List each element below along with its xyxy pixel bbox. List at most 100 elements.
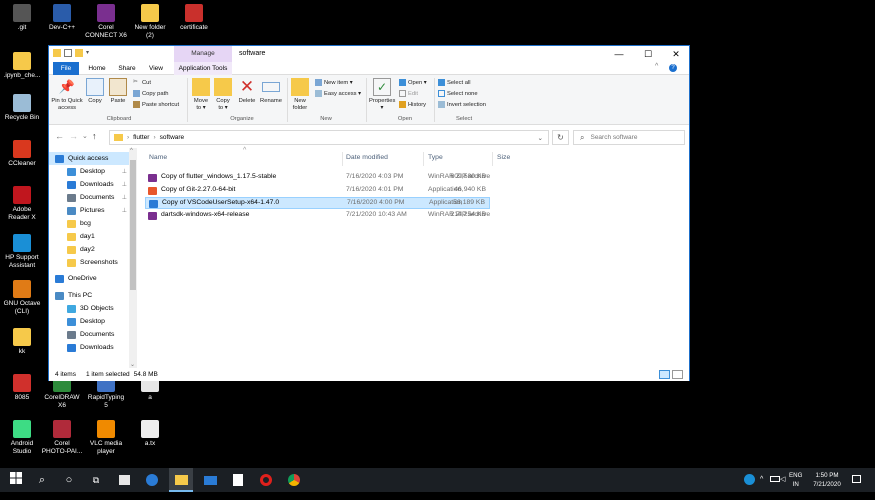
edit-button[interactable]: Edit [399,90,418,97]
open-button[interactable]: Open ▾ [399,79,427,86]
column-header-date-modified[interactable]: Date modified [346,154,388,161]
up-button[interactable]: ↑ [92,131,97,141]
address-bar[interactable]: › flutter › software ⌄ [109,130,549,145]
clock[interactable]: 1:50 PM 7/21/2020 [808,471,846,495]
desktop-icon[interactable]: certificate [172,4,216,32]
column-header-name[interactable]: Name [149,154,167,161]
desktop-icon[interactable]: Recycle Bin [0,94,44,122]
desktop-icon[interactable]: Android Studio [0,420,44,456]
nav-item[interactable]: bcg [49,217,129,230]
large-icons-view-button[interactable] [672,370,683,379]
back-button[interactable]: ← [55,131,64,141]
desktop-icon[interactable]: Adobe Reader X [0,186,44,222]
manage-contextual-tab[interactable]: Manage [174,46,232,62]
language-indicator[interactable]: ENG IN [789,471,802,495]
nav-item[interactable]: Desktop ⊥ [49,165,129,178]
column-divider[interactable] [342,152,343,166]
desktop-icon[interactable]: .git [0,4,44,32]
properties-button[interactable]: ✓ Properties ▾ [369,78,395,112]
file-row[interactable]: Copy of flutter_windows_1.17.5-stable 7/1… [145,172,490,184]
nav-item[interactable]: Downloads ⊥ [49,178,129,191]
scroll-up-icon[interactable]: ^ [130,148,133,154]
pin-quick-access-button[interactable]: 📌 Pin to Quick access [51,78,83,112]
tab-application-tools[interactable]: Application Tools [174,62,232,75]
nav-item[interactable]: Documents [49,328,129,341]
mail-icon[interactable] [202,472,218,488]
rename-button[interactable]: Rename [259,78,283,105]
breadcrumb-software[interactable]: software [160,134,185,141]
copy-button[interactable]: Copy [85,78,105,105]
move-to-button[interactable]: Move to ▾ [191,78,211,112]
nav-item[interactable]: Downloads [49,341,129,354]
address-dropdown-button[interactable]: ⌄ [538,134,543,142]
desktop-icon[interactable]: New folder (2) [128,4,172,40]
invert-selection-button[interactable]: Invert selection [438,101,486,108]
column-divider[interactable] [492,152,493,166]
new-folder-button[interactable]: New folder [290,78,310,112]
file-row[interactable]: Copy of VSCodeUserSetup-x64-1.47.0 7/16/2… [145,197,490,209]
select-all-button[interactable]: Select all [438,79,471,86]
microsoft-store-icon[interactable] [116,472,132,488]
desktop-icon[interactable]: GNU Octave (CLI) [0,280,44,316]
cortana-icon[interactable]: ○ [61,472,77,488]
desktop-icon[interactable]: Corel CONNECT X6 [84,4,128,40]
delete-button[interactable]: ✕ Delete [236,78,258,105]
desktop-icon[interactable]: CCleaner [0,140,44,168]
file-explorer-taskbar-icon[interactable] [169,468,193,492]
tab-file[interactable]: File [53,62,79,75]
properties-qat-icon[interactable] [64,49,72,57]
notifications-icon[interactable] [852,475,861,499]
minimize-button[interactable]: — [604,46,634,62]
battery-icon[interactable] [770,476,780,500]
copy-to-button[interactable]: Copy to ▾ [213,78,233,112]
collapse-ribbon-icon[interactable]: ^ [655,63,658,70]
tab-home[interactable]: Home [85,62,109,75]
scrollbar-thumb[interactable] [130,160,136,290]
recent-locations-button[interactable]: ⌄ [82,132,88,140]
navigation-scrollbar[interactable]: ^ ⌄ [129,148,137,368]
details-view-button[interactable] [659,370,670,379]
breadcrumb-flutter[interactable]: flutter [133,134,149,141]
nav-item[interactable]: OneDrive [49,272,129,285]
file-row[interactable]: dartsdk-windows-x64-release 7/21/2020 10:… [145,210,490,222]
copy-path-button[interactable]: Copy path [133,90,168,97]
history-button[interactable]: History [399,101,426,108]
search-input[interactable]: ⌕ Search software [573,130,685,145]
refresh-button[interactable]: ↻ [552,130,569,145]
cut-button[interactable]: ✂ Cut [133,79,151,86]
show-hidden-icons-button[interactable]: ^ [760,468,763,492]
help-icon[interactable]: ? [669,64,677,72]
task-view-icon[interactable]: ⧉ [88,472,104,488]
hp-tray-icon[interactable] [744,474,755,498]
close-button[interactable]: ✕ [661,46,691,62]
select-none-button[interactable]: Select none [438,90,478,97]
column-divider[interactable] [423,152,424,166]
desktop-icon[interactable]: .ipynb_che... [0,52,44,80]
new-item-button[interactable]: New item ▾ [315,79,353,86]
new-folder-qat-icon[interactable] [75,49,83,57]
nav-item[interactable]: This PC [49,289,129,302]
start-windows-icon[interactable] [8,472,24,488]
column-header-type[interactable]: Type [428,154,443,161]
desktop-icon[interactable]: kk [0,328,44,356]
paste-shortcut-button[interactable]: Paste shortcut [133,101,179,108]
title-bar[interactable]: ▾ Manage software — ☐ ✕ [49,46,689,62]
volume-icon[interactable]: ◁ [780,468,785,492]
desktop-icon[interactable]: VLC media player [84,420,128,456]
document-icon[interactable] [230,472,246,488]
nav-item[interactable]: day1 [49,230,129,243]
nav-item[interactable]: Quick access [49,152,129,165]
desktop-icon[interactable]: HP Support Assistant [0,234,44,270]
file-row[interactable]: Copy of Git-2.27.0-64-bit 7/16/2020 4:01 … [145,185,490,197]
nav-item[interactable]: 3D Objects [49,302,129,315]
desktop-icon[interactable]: a.tx [128,420,172,448]
search-icon[interactable]: ⌕ [34,472,50,488]
maximize-button[interactable]: ☐ [633,46,663,62]
easy-access-button[interactable]: Easy access ▾ [315,90,361,97]
nav-item[interactable]: Pictures ⊥ [49,204,129,217]
desktop-icon[interactable]: Dev-C++ [40,4,84,32]
forward-button[interactable]: → [69,131,78,141]
paste-button[interactable]: Paste [107,78,129,105]
chevron-down-icon[interactable]: ▾ [86,49,94,57]
nav-item[interactable]: day2 [49,243,129,256]
